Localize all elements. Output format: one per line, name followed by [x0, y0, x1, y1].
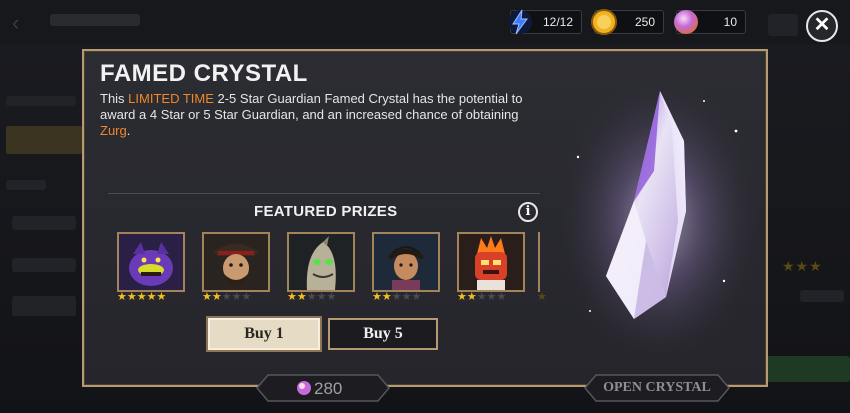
star-empty-icon: ★: [326, 291, 337, 303]
open-crystal-button[interactable]: OPEN CRYSTAL: [584, 374, 730, 402]
star-empty-icon: ★: [391, 291, 402, 303]
orb-counter[interactable]: 10: [674, 10, 746, 34]
gold-coin-icon: [591, 9, 617, 35]
crystal-icon: [554, 71, 764, 371]
star-filled-icon: ★: [296, 291, 307, 303]
star-rating: ★★★★★: [457, 290, 537, 303]
star-empty-icon: ★: [476, 291, 487, 303]
star-empty-icon: ★: [231, 291, 242, 303]
background-text: [12, 258, 76, 272]
prize-portrait: [202, 232, 270, 292]
background-text: [12, 216, 76, 230]
panel-description: This LIMITED TIME 2-5 Star Guardian Fame…: [100, 91, 540, 139]
star-filled-icon: ★: [202, 291, 212, 303]
buy-1-button[interactable]: Buy 1: [208, 318, 320, 350]
background-text: [800, 290, 844, 302]
star-filled-icon: ★: [136, 291, 147, 303]
background-text: [6, 96, 76, 106]
star-filled-icon: ★: [381, 291, 392, 303]
prize-scroll-edge-star: ★: [537, 291, 547, 303]
background-stars: ★★★: [782, 258, 823, 274]
star-rating: ★★★★★: [287, 290, 367, 303]
prize-portrait: [457, 232, 525, 292]
star-filled-icon: ★: [211, 291, 222, 303]
star-filled-icon: ★: [457, 291, 467, 303]
star-empty-icon: ★: [221, 291, 232, 303]
background-green-button: [760, 356, 850, 382]
energy-value: 12/12: [542, 15, 573, 29]
prize-card-oogie-boogie[interactable]: ★★★★★: [287, 232, 355, 303]
gold-value: 250: [634, 15, 655, 29]
desc-text: This: [100, 91, 129, 106]
star-empty-icon: ★: [411, 291, 422, 303]
prize-card-aladdin[interactable]: ★★★★★: [372, 232, 440, 303]
prize-scroll-edge: [538, 232, 541, 292]
background-text: [12, 296, 76, 316]
star-rating: ★★★★★: [202, 290, 282, 303]
prize-card-anger[interactable]: ★★★★★: [457, 232, 525, 303]
star-filled-icon: ★: [466, 291, 477, 303]
star-empty-icon: ★: [241, 291, 252, 303]
divider: [108, 193, 540, 194]
crystal-orb-icon: [297, 381, 311, 395]
zurg-highlight: Zurg: [100, 123, 127, 138]
orb-value: 10: [723, 15, 737, 29]
star-filled-icon: ★: [146, 291, 157, 303]
oogie-boogie-portrait-icon: [289, 234, 353, 290]
aladdin-portrait-icon: [374, 234, 438, 290]
crystal-orb-icon: [674, 10, 698, 34]
star-rating: ★★★★★: [117, 290, 197, 303]
famed-crystal-image: [554, 61, 764, 381]
star-filled-icon: ★: [156, 291, 167, 303]
star-rating: ★★★★★: [372, 290, 452, 303]
info-icon[interactable]: i: [518, 202, 538, 222]
back-arrow-icon: ‹: [12, 10, 20, 35]
close-icon: ✕: [813, 14, 831, 36]
star-filled-icon: ★: [372, 291, 382, 303]
star-filled-icon: ★: [117, 291, 127, 303]
open-crystal-label: OPEN CRYSTAL: [603, 380, 711, 395]
background-text: [6, 180, 46, 190]
jack-sparrow-portrait-icon: [204, 234, 268, 290]
prize-portrait: [372, 232, 440, 292]
buy-5-button[interactable]: Buy 5: [328, 318, 438, 350]
crystal-price: 280: [314, 379, 343, 398]
background-title: [50, 14, 140, 26]
close-button[interactable]: ✕: [806, 10, 838, 42]
energy-bolt-icon: [508, 9, 532, 35]
crystal-price-tab: 280: [256, 374, 390, 402]
prize-portrait: [287, 232, 355, 292]
limited-time-highlight: LIMITED TIME: [128, 91, 214, 106]
famed-crystal-panel: FAMED CRYSTAL This LIMITED TIME 2-5 Star…: [82, 49, 768, 387]
star-empty-icon: ★: [401, 291, 412, 303]
star-empty-icon: ★: [496, 291, 507, 303]
energy-counter[interactable]: 12/12: [508, 9, 582, 35]
star-filled-icon: ★: [126, 291, 137, 303]
zurg-portrait-icon: [119, 234, 183, 290]
star-empty-icon: ★: [306, 291, 317, 303]
featured-prizes-title: FEATURED PRIZES: [254, 203, 398, 220]
background-icon: [768, 14, 798, 36]
gold-counter[interactable]: 250: [591, 9, 664, 35]
star-empty-icon: ★: [486, 291, 497, 303]
star-filled-icon: ★: [287, 291, 297, 303]
star-empty-icon: ★: [316, 291, 327, 303]
anger-portrait-icon: [459, 234, 523, 290]
desc-text: .: [126, 123, 131, 138]
prize-portrait: [117, 232, 185, 292]
prize-card-jack-sparrow[interactable]: ★★★★★: [202, 232, 270, 303]
background-button: [6, 126, 82, 154]
prize-card-zurg[interactable]: ★★★★★: [117, 232, 185, 303]
panel-title: FAMED CRYSTAL: [100, 60, 308, 87]
